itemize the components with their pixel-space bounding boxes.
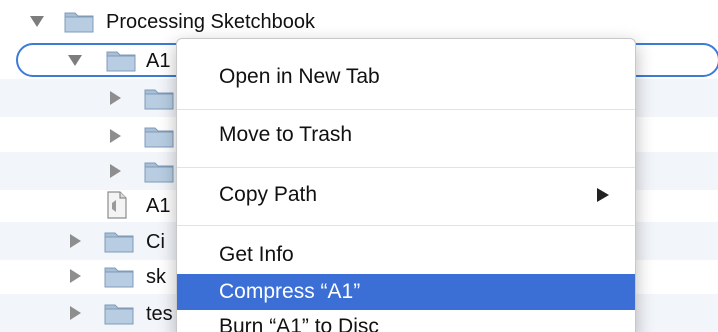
folder-icon: [64, 9, 94, 33]
menu-item-burn-to-disc[interactable]: Burn “A1” to Disc: [177, 307, 635, 332]
menu-separator: [177, 225, 635, 226]
context-menu: Open in New Tab Move to Trash Copy Path …: [176, 38, 636, 332]
disclosure-collapsed-icon[interactable]: [68, 234, 82, 248]
menu-item-get-info[interactable]: Get Info: [177, 235, 635, 275]
disclosure-collapsed-icon[interactable]: [68, 269, 82, 283]
folder-icon: [144, 86, 174, 110]
folder-icon: [144, 124, 174, 148]
tree-row-label: Processing Sketchbook: [106, 11, 316, 33]
tree-row-label: A1: [146, 195, 171, 217]
menu-item-label: Copy Path: [219, 183, 318, 206]
submenu-arrow-icon: [597, 188, 609, 202]
menu-item-copy-path[interactable]: Copy Path: [177, 175, 635, 215]
menu-item-open-in-new-tab[interactable]: Open in New Tab: [177, 57, 635, 97]
disclosure-collapsed-icon[interactable]: [108, 91, 122, 105]
folder-icon: [104, 229, 134, 253]
menu-item-move-to-trash[interactable]: Move to Trash: [177, 115, 635, 155]
tree-row-label: sk: [146, 266, 166, 288]
folder-icon: [144, 159, 174, 183]
disclosure-collapsed-icon[interactable]: [108, 129, 122, 143]
menu-separator: [177, 109, 635, 110]
folder-icon: [104, 264, 134, 288]
tree-row-label: Ci: [146, 231, 165, 253]
disclosure-expanded-icon[interactable]: [30, 14, 44, 28]
tree-row-label: tes: [146, 303, 173, 325]
menu-item-compress[interactable]: Compress “A1”: [177, 274, 635, 310]
menu-separator: [177, 167, 635, 168]
disclosure-collapsed-icon[interactable]: [108, 164, 122, 178]
document-icon: [106, 191, 128, 219]
folder-icon: [104, 301, 134, 325]
tree-row-root[interactable]: Processing Sketchbook: [0, 2, 718, 40]
disclosure-collapsed-icon[interactable]: [68, 306, 82, 320]
